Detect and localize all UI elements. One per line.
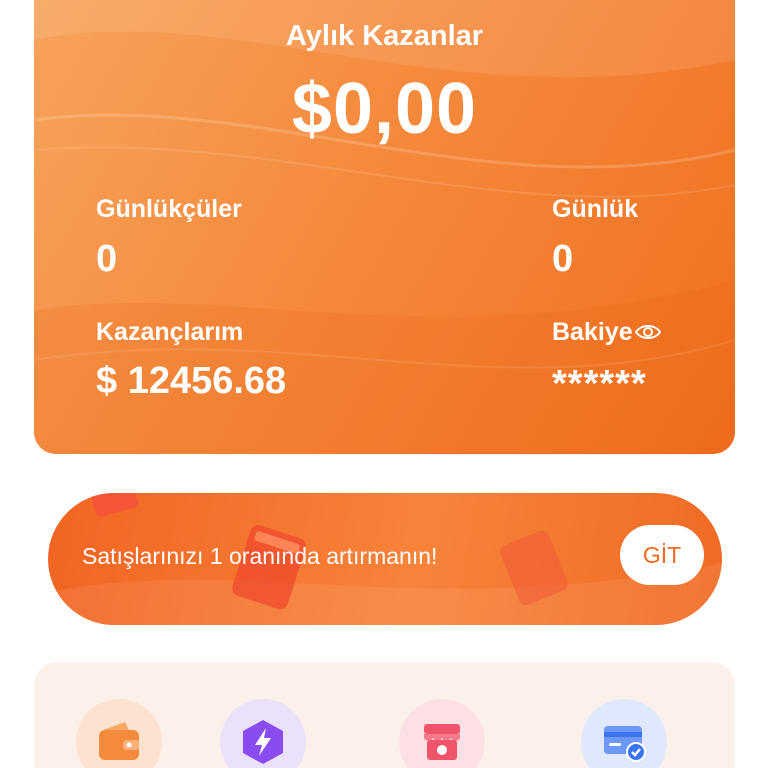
wallet-icon [99, 722, 139, 760]
quick-actions-panel [34, 662, 735, 768]
my-earnings-label: Kazançlarım [96, 318, 244, 346]
eye-icon[interactable] [634, 319, 661, 348]
my-earnings-value: $ 12456.68 [96, 360, 287, 402]
daily-users-label: Günlükçüler [96, 195, 242, 223]
boost-action[interactable] [220, 699, 306, 768]
balance-label: Bakiye [552, 318, 633, 346]
lightning-icon [243, 720, 283, 764]
daily-label: Günlük [552, 195, 639, 223]
wallet-action[interactable] [76, 699, 162, 768]
promo-text: Satışlarınızı 1 oranında artırmanın! [82, 543, 438, 569]
daily-value: 0 [552, 238, 574, 280]
balance-label-row: Bakiye [552, 318, 661, 348]
card-action[interactable] [581, 699, 667, 768]
store-action[interactable] [399, 699, 485, 768]
promo-banner[interactable]: Satışlarınızı 1 oranında artırmanın! GİT [48, 493, 722, 625]
monthly-earnings-amount: $0,00 [291, 69, 478, 149]
store-icon [424, 724, 460, 760]
card-check-icon [604, 726, 646, 762]
monthly-earnings-title: Aylık Kazanlar [285, 20, 484, 52]
go-button[interactable]: GİT [620, 525, 704, 585]
balance-value: ****** [552, 363, 647, 405]
daily-users-value: 0 [96, 238, 118, 280]
earnings-card: Aylık Kazanlar $0,00 Günlükçüler 0 Günlü… [34, 0, 735, 454]
